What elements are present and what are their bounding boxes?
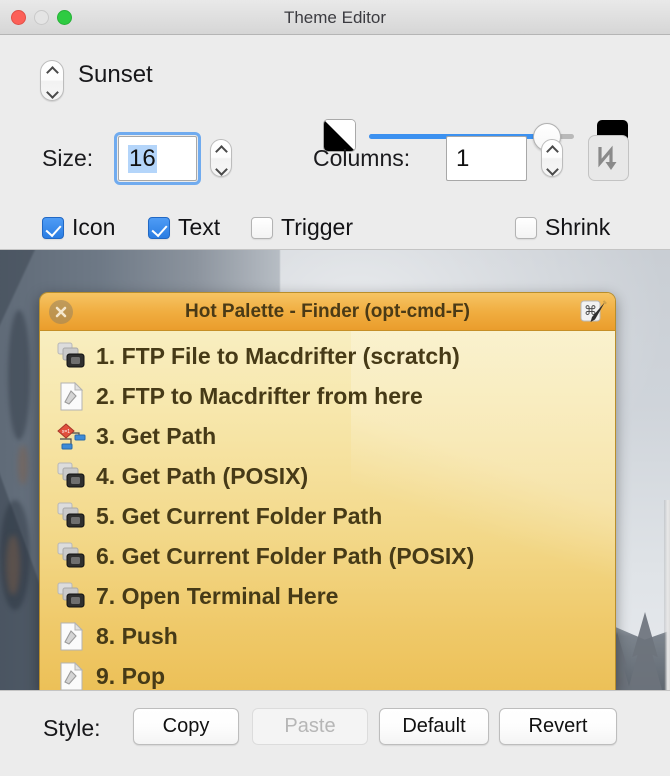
- chevron-down-icon: [47, 87, 58, 94]
- style-label: Style:: [43, 715, 101, 741]
- size-value: 16: [128, 144, 157, 173]
- list-item[interactable]: 1. FTP File to Macdrifter (scratch): [40, 336, 615, 376]
- theme-controls-toolbar: Sunset Size: 16 Columns: 1 Icon Text Tri…: [0, 35, 670, 250]
- list-item-label: 5. Get Current Folder Path: [96, 502, 383, 529]
- zigzag-arrow-icon: [597, 145, 616, 170]
- list-item-label: 3. Get Path: [96, 422, 217, 449]
- checkbox-box-checked: [42, 216, 64, 239]
- copy-stack-icon: [57, 462, 86, 491]
- list-item[interactable]: 2. FTP to Macdrifter from here: [40, 376, 615, 416]
- list-item-label: 7. Open Terminal Here: [96, 582, 339, 609]
- applescript-document-icon: [57, 381, 86, 411]
- copy-style-button[interactable]: Copy: [133, 708, 239, 745]
- style-action-bar: Style: Copy Paste Default Revert: [0, 690, 670, 776]
- theme-stepper[interactable]: [40, 60, 64, 101]
- palette-header: Hot Palette - Finder (opt-cmd-F) ⌘: [40, 293, 615, 331]
- list-item-label: 4. Get Path (POSIX): [96, 462, 309, 489]
- list-item[interactable]: 8. Push: [40, 616, 615, 656]
- size-columns-row: Size: 16 Columns: 1: [0, 132, 670, 187]
- rock-texture: [8, 310, 30, 440]
- checkbox-shrink[interactable]: Shrink: [515, 214, 610, 241]
- checkbox-box-unchecked: [515, 216, 537, 239]
- list-item[interactable]: x=1 3. Get Path: [40, 416, 615, 456]
- red-diamond-flow-icon: x=1: [57, 422, 86, 451]
- theme-row: Sunset: [0, 57, 670, 152]
- zigzag-arrow-button[interactable]: [588, 135, 629, 181]
- rock-texture: [18, 445, 28, 485]
- checkbox-trigger[interactable]: Trigger: [251, 214, 353, 241]
- checkbox-shrink-label: Shrink: [545, 214, 611, 240]
- chevron-up-icon: [547, 146, 558, 153]
- list-item-label: 1. FTP File to Macdrifter (scratch): [96, 342, 460, 369]
- columns-value: 1: [456, 144, 470, 172]
- checkbox-box-unchecked: [251, 216, 273, 239]
- size-stepper[interactable]: [210, 139, 232, 177]
- copy-stack-icon: [57, 582, 86, 611]
- chevron-down-icon: [547, 164, 558, 171]
- columns-label: Columns:: [313, 145, 411, 171]
- command-pencil-icon[interactable]: ⌘: [579, 298, 607, 326]
- revert-style-button[interactable]: Revert: [499, 708, 617, 745]
- list-item[interactable]: 7. Open Terminal Here: [40, 576, 615, 616]
- theme-editor-window: Theme Editor Sunset Size: 16 Columns: 1 …: [0, 0, 670, 776]
- theme-name-label: Sunset: [78, 61, 153, 88]
- checkbox-box-checked: [148, 216, 170, 239]
- hot-palette-window: Hot Palette - Finder (opt-cmd-F) ⌘ 1. FT…: [39, 292, 616, 690]
- paste-style-button[interactable]: Paste: [252, 708, 368, 745]
- list-item[interactable]: 5. Get Current Folder Path: [40, 496, 615, 536]
- checkbox-text[interactable]: Text: [148, 214, 220, 241]
- default-style-button[interactable]: Default: [379, 708, 489, 745]
- list-item-label: 6. Get Current Folder Path (POSIX): [96, 542, 475, 569]
- checkbox-icon-label: Icon: [72, 214, 116, 240]
- applescript-document-icon: [57, 621, 86, 651]
- rock-texture: [6, 535, 20, 595]
- checkbox-trigger-label: Trigger: [281, 214, 353, 240]
- chevron-down-icon: [216, 164, 227, 171]
- list-item[interactable]: 9. Pop: [40, 656, 615, 690]
- svg-text:x=1: x=1: [62, 429, 70, 435]
- list-item-label: 8. Push: [96, 622, 178, 649]
- tree: [628, 612, 662, 690]
- palette-body: 1. FTP File to Macdrifter (scratch) 2. F…: [40, 331, 615, 690]
- list-item[interactable]: 4. Get Path (POSIX): [40, 456, 615, 496]
- checkbox-text-label: Text: [178, 214, 221, 240]
- list-item-label: 2. FTP to Macdrifter from here: [96, 382, 423, 409]
- copy-stack-icon: [57, 342, 86, 371]
- window-titlebar: Theme Editor: [0, 0, 670, 35]
- list-item-label: 9. Pop: [96, 662, 166, 689]
- palette-item-list: 1. FTP File to Macdrifter (scratch) 2. F…: [40, 331, 615, 690]
- desktop-preview-area: Hot Palette - Finder (opt-cmd-F) ⌘ 1. FT…: [0, 250, 670, 690]
- display-options-row: Icon Text Trigger Shrink: [0, 210, 670, 250]
- chevron-up-icon: [47, 67, 58, 74]
- columns-stepper[interactable]: [541, 139, 563, 177]
- checkbox-icon[interactable]: Icon: [42, 214, 115, 241]
- columns-input[interactable]: 1: [446, 136, 527, 181]
- copy-stack-icon: [57, 542, 86, 571]
- list-item[interactable]: 6. Get Current Folder Path (POSIX): [40, 536, 615, 576]
- chevron-up-icon: [216, 146, 227, 153]
- size-label: Size:: [42, 145, 94, 171]
- copy-stack-icon: [57, 502, 86, 531]
- applescript-document-icon: [57, 661, 86, 690]
- palette-title: Hot Palette - Finder (opt-cmd-F): [185, 301, 470, 322]
- window-right-edge: [664, 500, 670, 690]
- window-title: Theme Editor: [283, 8, 387, 27]
- size-input[interactable]: 16: [114, 132, 201, 185]
